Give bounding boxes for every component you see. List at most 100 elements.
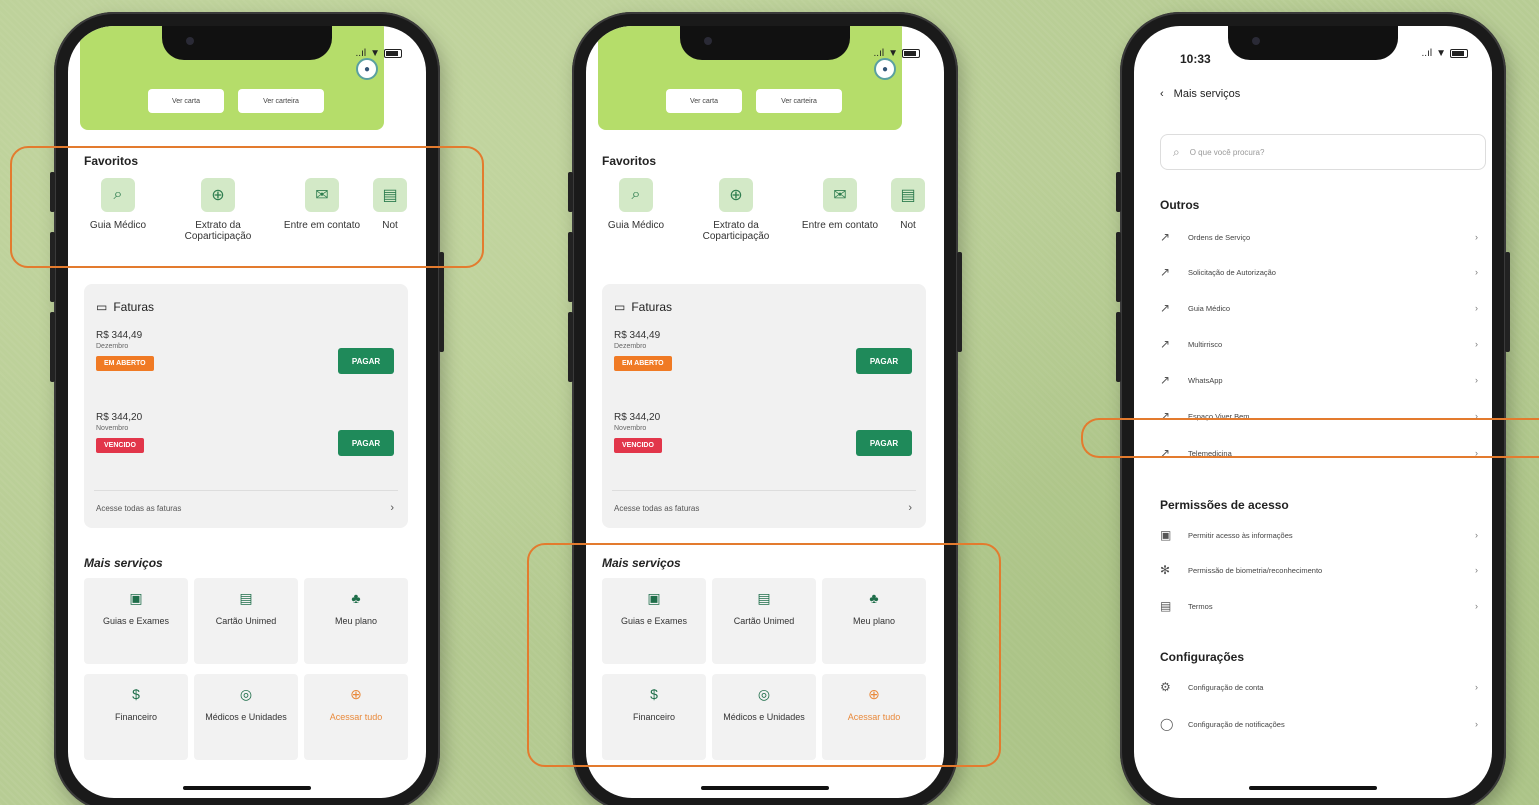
home-indicator xyxy=(183,786,311,790)
status-badge: VENCIDO xyxy=(96,438,144,453)
status-badge: EM ABERTO xyxy=(614,356,672,371)
favorite-label: Entre em contato xyxy=(801,220,879,231)
hero-button-1[interactable]: Ver carta xyxy=(666,89,742,113)
document-icon: ▤ xyxy=(891,178,925,212)
invoice-row: R$ 344,49 Dezembro EM ABERTO xyxy=(614,330,672,371)
chevron-right-icon: › xyxy=(1475,601,1478,611)
service-financeiro[interactable]: $ Financeiro xyxy=(84,674,188,760)
invoice-row: R$ 344,20 Novembro VENCIDO xyxy=(614,412,662,453)
pay-button[interactable]: PAGAR xyxy=(856,430,912,456)
card-icon: ▤ xyxy=(239,590,253,606)
list-item[interactable]: ↗ Multirrisco › xyxy=(1160,333,1478,355)
status-bar: ..ıl ▼ xyxy=(874,48,920,59)
favorite-label: Guia Médico xyxy=(607,220,665,231)
service-meu-plano[interactable]: ♣ Meu plano xyxy=(304,578,408,664)
external-link-icon: ↗ xyxy=(1160,230,1171,244)
chevron-right-icon: › xyxy=(1475,375,1478,385)
list-item[interactable]: ↗ Solicitação de Autorização › xyxy=(1160,261,1478,283)
invoices-card: ▭ Faturas R$ 344,49 Dezembro EM ABERTO PA… xyxy=(84,284,408,528)
list-item[interactable]: ✻ Permissão de biometria/reconhecimento › xyxy=(1160,559,1478,581)
pay-button[interactable]: PAGAR xyxy=(338,430,394,456)
avatar[interactable]: ● xyxy=(356,58,378,80)
service-label: Meu plano xyxy=(334,616,378,626)
favorite-notificacoes[interactable]: ▤ Not xyxy=(888,178,928,231)
list-item[interactable]: ▣ Permitir acesso às informações › xyxy=(1160,524,1478,546)
see-all-invoices-link[interactable]: Acesse todas as faturas xyxy=(614,504,699,513)
chevron-right-icon: › xyxy=(1475,719,1478,729)
list-item-label: Solicitação de Autorização xyxy=(1188,267,1276,277)
home-indicator xyxy=(701,786,829,790)
favorites-title: Favoritos xyxy=(602,154,657,168)
wallet-icon: ▭ xyxy=(614,300,626,314)
document-icon: ▤ xyxy=(1160,599,1172,613)
list-item-label: Ordens de Serviço xyxy=(1188,232,1251,242)
service-acessar-tudo[interactable]: ⊕ Acessar tudo xyxy=(304,674,408,760)
list-item-label: Multirrisco xyxy=(1188,339,1223,349)
list-item-label: WhatsApp xyxy=(1188,375,1223,385)
highlight-telemedicina xyxy=(1081,418,1539,458)
hero-button-2[interactable]: Ver carteira xyxy=(238,89,324,113)
favorite-extrato[interactable]: ⊕ Extrato da Coparticipação xyxy=(686,178,786,242)
wifi-icon: ▼ xyxy=(1436,48,1446,59)
more-services-title: Mais serviços xyxy=(84,556,163,570)
hero-button-2[interactable]: Ver carteira xyxy=(756,89,842,113)
chevron-right-icon[interactable]: › xyxy=(390,502,394,514)
list-item[interactable]: ↗ WhatsApp › xyxy=(1160,369,1478,391)
service-guias-exames[interactable]: ▣ Guias e Exames xyxy=(84,578,188,664)
battery-icon xyxy=(384,49,402,58)
lock-icon: ▣ xyxy=(1160,528,1172,542)
chevron-right-icon: › xyxy=(1475,530,1478,540)
list-item[interactable]: ◯ Configuração de notificações › xyxy=(1160,713,1478,735)
notch xyxy=(1228,26,1398,60)
pay-button[interactable]: PAGAR xyxy=(338,348,394,374)
list-item[interactable]: ↗ Guia Médico › xyxy=(1160,297,1478,319)
service-cartao[interactable]: ▤ Cartão Unimed xyxy=(194,578,298,664)
back-arrow-icon[interactable]: ‹ xyxy=(1160,88,1164,100)
signal-icon: ..ıl xyxy=(1421,48,1433,59)
service-label: Médicos e Unidades xyxy=(205,712,287,722)
invoice-value: R$ 344,20 xyxy=(614,412,661,423)
wifi-icon: ▼ xyxy=(888,48,898,59)
list-item[interactable]: ↗ Ordens de Serviço › xyxy=(1160,226,1478,248)
signal-icon: ..ıl xyxy=(873,48,885,59)
avatar[interactable]: ● xyxy=(874,58,896,80)
favorite-guia-medico[interactable]: ⌕ Guia Médico xyxy=(586,178,686,231)
see-all-invoices-link[interactable]: Acesse todas as faturas xyxy=(96,504,181,513)
search-input[interactable]: ⌕ O que você procura? xyxy=(1160,134,1486,170)
list-item-label: Guia Médico xyxy=(1188,303,1231,313)
fingerprint-icon: ✻ xyxy=(1160,563,1171,577)
group-title: Configurações xyxy=(1160,650,1245,664)
phone-mockup-1: ..ıl ▼ Ver carta Ver carteira ● Favoritos… xyxy=(50,12,444,805)
chat-icon: ✉ xyxy=(823,178,857,212)
status-badge: EM ABERTO xyxy=(96,356,154,371)
divider xyxy=(612,490,916,491)
list-item[interactable]: ▤ Termos › xyxy=(1160,595,1478,617)
pay-button[interactable]: PAGAR xyxy=(856,348,912,374)
clock: 10:33 xyxy=(1180,52,1211,66)
list-item-label: Termos xyxy=(1188,601,1213,611)
notch xyxy=(162,26,332,60)
invoices-card: ▭ Faturas R$ 344,49 Dezembro EM ABERTO PA… xyxy=(602,284,926,528)
invoices-title: Faturas xyxy=(113,300,155,314)
service-medicos[interactable]: ◎ Médicos e Unidades xyxy=(194,674,298,760)
list-item[interactable]: ⚙ Configuração de conta › xyxy=(1160,676,1478,698)
service-label: Cartão Unimed xyxy=(215,616,277,626)
favorite-label: Extrato da Coparticipação xyxy=(702,220,770,242)
favorite-label: Not xyxy=(900,220,916,231)
battery-icon xyxy=(1450,49,1468,58)
favorite-contato[interactable]: ✉ Entre em contato xyxy=(790,178,890,231)
invoice-month: Dezembro xyxy=(614,343,647,350)
invoice-month: Dezembro xyxy=(96,343,129,350)
invoices-header: ▭ Faturas xyxy=(96,300,154,314)
chevron-right-icon[interactable]: › xyxy=(908,502,912,514)
search-placeholder: O que você procura? xyxy=(1189,147,1265,157)
chevron-right-icon: › xyxy=(1475,303,1478,313)
service-label: Financeiro xyxy=(114,712,158,722)
invoices-header: ▭ Faturas xyxy=(614,300,672,314)
chevron-right-icon: › xyxy=(1475,339,1478,349)
search-icon: ⌕ xyxy=(1173,144,1180,159)
hero-button-1[interactable]: Ver carta xyxy=(148,89,224,113)
service-label: Guias e Exames xyxy=(102,616,170,626)
invoice-month: Novembro xyxy=(614,425,647,432)
people-icon: ♣ xyxy=(351,590,361,606)
